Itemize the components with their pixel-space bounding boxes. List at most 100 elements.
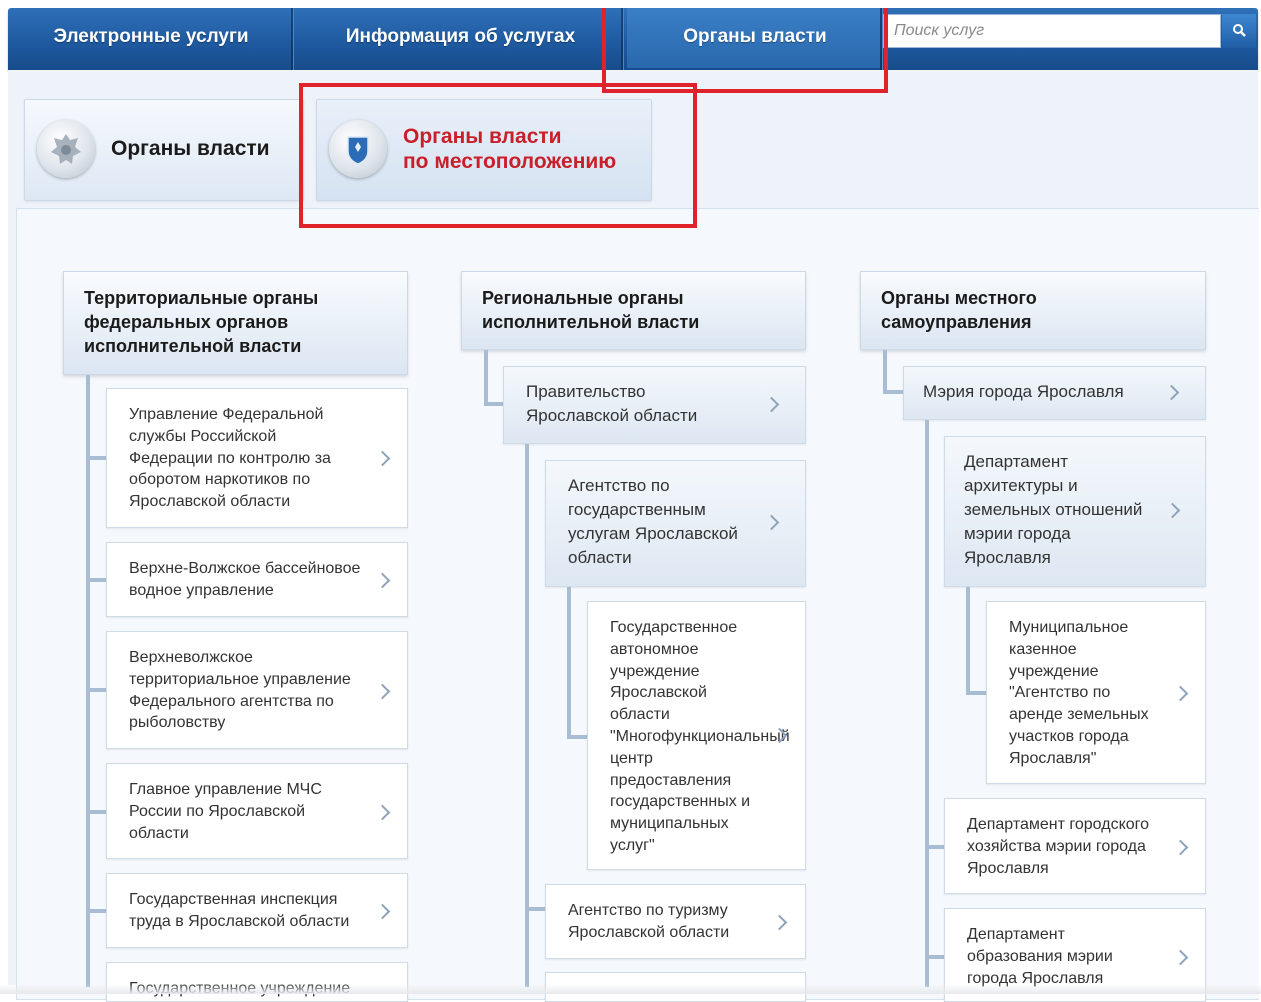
list-item-authority[interactable]: Главное управление МЧС России по Ярослав… (106, 763, 408, 859)
item-line: Верхневолжское (129, 649, 253, 666)
item-line: территориальное управление (129, 670, 351, 688)
item-line: Агентство по (568, 476, 670, 495)
item-line: Агентство по туризму (568, 902, 728, 919)
tree-line (883, 350, 887, 394)
tree-line (86, 375, 90, 987)
item-line: Департамент (964, 452, 1069, 471)
item-line: службы Российской (129, 427, 277, 445)
nav-tab-label: Электронные услуги (53, 26, 249, 47)
item-line: области (129, 824, 189, 842)
nav-tab-services-info[interactable]: Информация об услугах (297, 8, 624, 70)
list-item-mfc[interactable]: Государственное автономное учреждение Яр… (587, 601, 806, 870)
list-item-authority[interactable]: Верхневолжское территориальное управлени… (106, 631, 408, 749)
chevron-right-icon (763, 396, 780, 413)
item-line: "Агентство по (1009, 684, 1111, 702)
item-line: России по Ярославской (129, 802, 306, 820)
chevron-right-icon (374, 572, 391, 589)
item-line: аренде земельных (1009, 706, 1149, 724)
list-item-authority[interactable]: Управление Федеральной службы Российской… (106, 388, 408, 528)
column-header-line: Территориальные органы (84, 288, 319, 308)
item-line: рыболовству (129, 714, 226, 732)
emblem-shield-icon (329, 120, 387, 178)
chevron-right-icon (1163, 384, 1180, 401)
item-line: Государственная инспекция (129, 891, 338, 908)
search-input[interactable] (884, 15, 1220, 47)
item-line: Муниципальное (1009, 619, 1129, 636)
item-line: "Многофункциональный (610, 727, 790, 745)
chevron-right-icon (374, 903, 391, 920)
item-line: Ярославля" (1009, 749, 1097, 767)
column-header-local: Органы местного самоуправления (860, 271, 1206, 350)
list-item-municipal-agency[interactable]: Муниципальное казенное учреждение "Агент… (986, 601, 1206, 784)
chevron-right-icon (374, 683, 391, 700)
list-item-department[interactable]: Департамент архитектуры и земельных отно… (944, 436, 1206, 587)
item-line: Ярославля (967, 859, 1049, 877)
item-line: учреждение (610, 662, 700, 680)
list-item-government[interactable]: Правительство Ярославской области (503, 366, 806, 444)
chevron-right-icon (374, 450, 391, 467)
bottom-edge (0, 984, 1261, 994)
item-line: Верхне-Волжское бассейновое (129, 560, 361, 577)
list-item-authority[interactable]: Верхне-Волжское бассейновое водное управ… (106, 542, 408, 617)
subtab-label-line1: Органы власти (403, 125, 562, 148)
chevron-right-icon (771, 914, 788, 931)
column-header-regional: Региональные органы исполнительной власт… (461, 271, 806, 350)
item-line: мэрии города (964, 524, 1071, 543)
tree-line (966, 587, 970, 695)
item-line: Ярославля (964, 548, 1051, 567)
chevron-right-icon (1172, 949, 1189, 966)
list-item-department[interactable]: Департамент городского хозяйства мэрии г… (944, 798, 1206, 894)
subtab-label-line2: по местоположению (403, 150, 617, 173)
tree-branch (925, 955, 945, 959)
item-line: хозяйства мэрии города (967, 837, 1146, 855)
tree-line (925, 420, 929, 987)
item-line: Правительство (526, 382, 646, 401)
column-header-line: Органы местного (881, 288, 1037, 308)
item-line: центр (610, 749, 653, 767)
item-line: Федерации по контролю за (129, 449, 331, 467)
column-header-line: исполнительной власти (482, 312, 700, 332)
item-line: Государственное (610, 619, 738, 636)
list-item-agency[interactable]: Агентство по туризму Ярославской области (545, 884, 806, 959)
item-line: области (568, 548, 632, 567)
chevron-right-icon (763, 514, 780, 531)
tree-branch (86, 909, 106, 913)
search-icon (1233, 24, 1246, 37)
list-item-agency[interactable]: Агентство по государственным услугам Яро… (545, 460, 806, 587)
item-line: услугам Ярославской (568, 524, 738, 543)
item-line: Главное управление МЧС (129, 781, 322, 798)
tree-line (567, 587, 571, 739)
chevron-right-icon (374, 804, 391, 821)
nav-tab-authorities[interactable]: Органы власти (627, 8, 883, 70)
list-item-mayoralty[interactable]: Мэрия города Ярославля (903, 366, 1206, 420)
item-line: оборотом наркотиков по (129, 471, 311, 489)
chevron-right-icon (1172, 839, 1189, 856)
item-line: Ярославской области (526, 406, 698, 425)
search-button[interactable] (1222, 14, 1256, 48)
tree-branch (86, 810, 106, 814)
subtab-authorities[interactable]: Органы власти (24, 99, 304, 201)
subtab-authorities-by-location[interactable]: Органы власти по местоположению (316, 99, 652, 201)
item-line: автономное (610, 640, 699, 658)
item-line: казенное (1009, 640, 1077, 658)
item-line: образования мэрии (967, 947, 1113, 965)
list-item-authority[interactable]: Государственное учреждение (106, 962, 408, 1002)
nav-tab-electronic-services[interactable]: Электронные услуги (8, 8, 294, 70)
list-item-authority[interactable]: Государственная инспекция труда в Яросла… (106, 873, 408, 948)
tree-branch (525, 907, 547, 911)
nav-tab-label: Органы власти (683, 26, 827, 47)
search-field[interactable] (883, 14, 1221, 48)
column-header-federal: Территориальные органы федеральных орган… (63, 271, 408, 375)
column-header-line: федеральных органов (84, 312, 289, 332)
item-line: Департамент городского (967, 816, 1150, 833)
item-line: предоставления (610, 771, 732, 789)
tree-branch (966, 691, 988, 695)
tree-branch (86, 456, 106, 460)
chevron-right-icon (1172, 685, 1189, 702)
tree-branch (86, 688, 106, 692)
tree-branch (86, 578, 106, 582)
coat-of-arms-icon (37, 120, 95, 178)
tree-branch (925, 845, 945, 849)
item-line: государственных и (610, 793, 751, 811)
tree-branch (883, 390, 905, 394)
